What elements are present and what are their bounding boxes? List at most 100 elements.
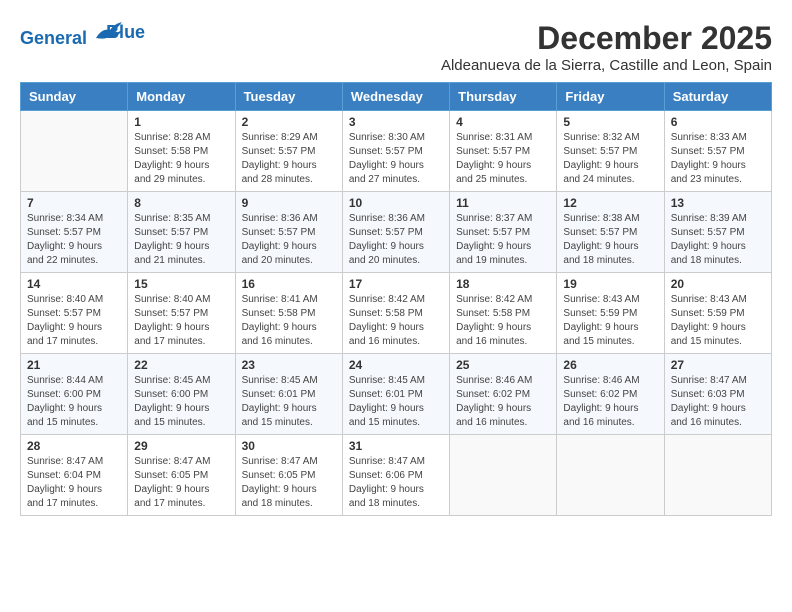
- day-info: Sunrise: 8:45 AMSunset: 6:01 PMDaylight:…: [242, 374, 336, 430]
- calendar-cell: 7 Sunrise: 8:34 AMSunset: 5:57 PMDaylight…: [21, 192, 128, 273]
- day-info: Sunrise: 8:36 AMSunset: 5:57 PMDaylight:…: [242, 212, 336, 268]
- day-header-saturday: Saturday: [664, 83, 771, 111]
- calendar-cell: 16Sunrise: 8:41 AMSunset: 5:58 PMDayligh…: [235, 273, 342, 354]
- calendar-cell: 27Sunrise: 8:47 AMSunset: 6:03 PMDayligh…: [664, 354, 771, 435]
- day-info: Sunrise: 8:39 AMSunset: 5:57 PMDaylight:…: [671, 212, 765, 268]
- day-header-thursday: Thursday: [450, 83, 557, 111]
- day-number: 28: [27, 439, 121, 453]
- day-number: 21: [27, 358, 121, 372]
- day-number: 10: [349, 196, 443, 210]
- day-number: 22: [134, 358, 228, 372]
- day-number: 1: [134, 115, 228, 129]
- day-info: Sunrise: 8:46 AMSunset: 6:02 PMDaylight:…: [456, 374, 550, 430]
- calendar-cell: [557, 435, 664, 516]
- day-info: Sunrise: 8:42 AMSunset: 5:58 PMDaylight:…: [349, 293, 443, 349]
- day-info: Sunrise: 8:30 AMSunset: 5:57 PMDaylight:…: [349, 131, 443, 187]
- day-info: Sunrise: 8:35 AMSunset: 5:57 PMDaylight:…: [134, 212, 228, 268]
- day-info: Sunrise: 8:34 AMSunset: 5:57 PMDaylight:…: [27, 212, 121, 268]
- day-header-monday: Monday: [128, 83, 235, 111]
- day-number: 29: [134, 439, 228, 453]
- day-number: 8: [134, 196, 228, 210]
- day-info: Sunrise: 8:43 AMSunset: 5:59 PMDaylight:…: [563, 293, 657, 349]
- calendar-cell: [450, 435, 557, 516]
- main-title: December 2025: [441, 20, 772, 57]
- day-number: 30: [242, 439, 336, 453]
- day-info: Sunrise: 8:29 AMSunset: 5:57 PMDaylight:…: [242, 131, 336, 187]
- calendar-cell: 17 Sunrise: 8:42 AMSunset: 5:58 PMDayligh…: [342, 273, 449, 354]
- day-number: 17: [349, 277, 443, 291]
- day-number: 11: [456, 196, 550, 210]
- calendar-cell: 30 Sunrise: 8:47 AMSunset: 6:05 PMDayligh…: [235, 435, 342, 516]
- day-info: Sunrise: 8:44 AMSunset: 6:00 PMDaylight:…: [27, 374, 121, 430]
- calendar-cell: 26Sunrise: 8:46 AMSunset: 6:02 PMDayligh…: [557, 354, 664, 435]
- calendar-cell: 1 Sunrise: 8:28 AMSunset: 5:58 PMDaylight…: [128, 111, 235, 192]
- day-number: 6: [671, 115, 765, 129]
- calendar-cell: 2 Sunrise: 8:29 AMSunset: 5:57 PMDaylight…: [235, 111, 342, 192]
- calendar-cell: 20 Sunrise: 8:43 AMSunset: 5:59 PMDayligh…: [664, 273, 771, 354]
- day-info: Sunrise: 8:47 AMSunset: 6:05 PMDaylight:…: [242, 455, 336, 511]
- day-info: Sunrise: 8:40 AMSunset: 5:57 PMDaylight:…: [27, 293, 121, 349]
- day-info: Sunrise: 8:45 AMSunset: 6:01 PMDaylight:…: [349, 374, 443, 430]
- day-number: 3: [349, 115, 443, 129]
- day-number: 20: [671, 277, 765, 291]
- calendar-header-row: SundayMondayTuesdayWednesdayThursdayFrid…: [21, 83, 772, 111]
- day-number: 24: [349, 358, 443, 372]
- day-info: Sunrise: 8:32 AMSunset: 5:57 PMDaylight:…: [563, 131, 657, 187]
- day-number: 31: [349, 439, 443, 453]
- day-info: Sunrise: 8:40 AMSunset: 5:57 PMDaylight:…: [134, 293, 228, 349]
- day-info: Sunrise: 8:37 AMSunset: 5:57 PMDaylight:…: [456, 212, 550, 268]
- calendar-cell: 10 Sunrise: 8:36 AMSunset: 5:57 PMDayligh…: [342, 192, 449, 273]
- day-info: Sunrise: 8:38 AMSunset: 5:57 PMDaylight:…: [563, 212, 657, 268]
- calendar-cell: 12Sunrise: 8:38 AMSunset: 5:57 PMDayligh…: [557, 192, 664, 273]
- day-info: Sunrise: 8:42 AMSunset: 5:58 PMDaylight:…: [456, 293, 550, 349]
- calendar-cell: 31Sunrise: 8:47 AMSunset: 6:06 PMDayligh…: [342, 435, 449, 516]
- day-header-tuesday: Tuesday: [235, 83, 342, 111]
- day-info: Sunrise: 8:31 AMSunset: 5:57 PMDaylight:…: [456, 131, 550, 187]
- day-number: 25: [456, 358, 550, 372]
- day-info: Sunrise: 8:36 AMSunset: 5:57 PMDaylight:…: [349, 212, 443, 268]
- page-header: General Blue December 2025 Aldeanueva de…: [20, 20, 772, 74]
- calendar-cell: 8 Sunrise: 8:35 AMSunset: 5:57 PMDaylight…: [128, 192, 235, 273]
- day-number: 7: [27, 196, 121, 210]
- day-number: 23: [242, 358, 336, 372]
- calendar-cell: 4Sunrise: 8:31 AMSunset: 5:57 PMDaylight…: [450, 111, 557, 192]
- day-number: 9: [242, 196, 336, 210]
- logo-blue: Blue: [106, 22, 145, 43]
- day-info: Sunrise: 8:41 AMSunset: 5:58 PMDaylight:…: [242, 293, 336, 349]
- calendar-cell: 6 Sunrise: 8:33 AMSunset: 5:57 PMDaylight…: [664, 111, 771, 192]
- calendar-week-row: 14 Sunrise: 8:40 AMSunset: 5:57 PMDayligh…: [21, 273, 772, 354]
- day-number: 13: [671, 196, 765, 210]
- calendar-week-row: 28 Sunrise: 8:47 AMSunset: 6:04 PMDayligh…: [21, 435, 772, 516]
- day-info: Sunrise: 8:47 AMSunset: 6:05 PMDaylight:…: [134, 455, 228, 511]
- day-header-wednesday: Wednesday: [342, 83, 449, 111]
- calendar-cell: 22 Sunrise: 8:45 AMSunset: 6:00 PMDayligh…: [128, 354, 235, 435]
- calendar-cell: 13 Sunrise: 8:39 AMSunset: 5:57 PMDayligh…: [664, 192, 771, 273]
- calendar-cell: 15Sunrise: 8:40 AMSunset: 5:57 PMDayligh…: [128, 273, 235, 354]
- subtitle: Aldeanueva de la Sierra, Castille and Le…: [441, 57, 772, 74]
- calendar-cell: 29 Sunrise: 8:47 AMSunset: 6:05 PMDayligh…: [128, 435, 235, 516]
- calendar-cell: 19 Sunrise: 8:43 AMSunset: 5:59 PMDayligh…: [557, 273, 664, 354]
- calendar-cell: 28 Sunrise: 8:47 AMSunset: 6:04 PMDayligh…: [21, 435, 128, 516]
- day-info: Sunrise: 8:45 AMSunset: 6:00 PMDaylight:…: [134, 374, 228, 430]
- calendar-cell: 24 Sunrise: 8:45 AMSunset: 6:01 PMDayligh…: [342, 354, 449, 435]
- day-info: Sunrise: 8:46 AMSunset: 6:02 PMDaylight:…: [563, 374, 657, 430]
- day-info: Sunrise: 8:28 AMSunset: 5:58 PMDaylight:…: [134, 131, 228, 187]
- calendar-cell: 3 Sunrise: 8:30 AMSunset: 5:57 PMDaylight…: [342, 111, 449, 192]
- day-header-friday: Friday: [557, 83, 664, 111]
- day-number: 14: [27, 277, 121, 291]
- day-info: Sunrise: 8:33 AMSunset: 5:57 PMDaylight:…: [671, 131, 765, 187]
- day-number: 5: [563, 115, 657, 129]
- day-info: Sunrise: 8:43 AMSunset: 5:59 PMDaylight:…: [671, 293, 765, 349]
- calendar-cell: 14 Sunrise: 8:40 AMSunset: 5:57 PMDayligh…: [21, 273, 128, 354]
- calendar-week-row: 7 Sunrise: 8:34 AMSunset: 5:57 PMDaylight…: [21, 192, 772, 273]
- calendar-cell: [664, 435, 771, 516]
- title-block: December 2025 Aldeanueva de la Sierra, C…: [441, 20, 772, 74]
- day-info: Sunrise: 8:47 AMSunset: 6:04 PMDaylight:…: [27, 455, 121, 511]
- calendar-cell: 25 Sunrise: 8:46 AMSunset: 6:02 PMDayligh…: [450, 354, 557, 435]
- day-header-sunday: Sunday: [21, 83, 128, 111]
- day-number: 19: [563, 277, 657, 291]
- calendar-cell: 23 Sunrise: 8:45 AMSunset: 6:01 PMDayligh…: [235, 354, 342, 435]
- calendar-cell: 21 Sunrise: 8:44 AMSunset: 6:00 PMDayligh…: [21, 354, 128, 435]
- day-number: 2: [242, 115, 336, 129]
- day-info: Sunrise: 8:47 AMSunset: 6:03 PMDaylight:…: [671, 374, 765, 430]
